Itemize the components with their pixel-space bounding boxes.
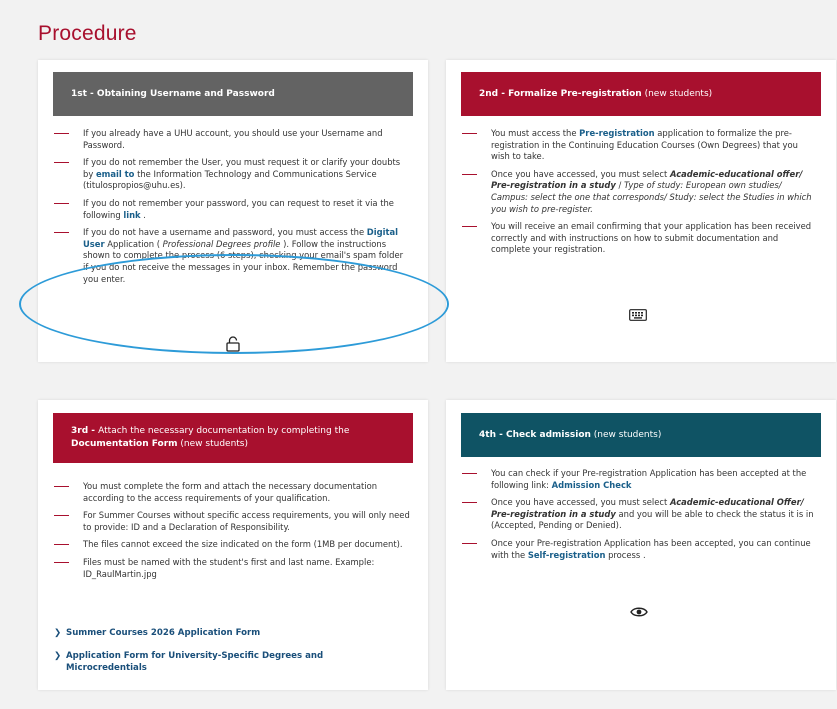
- dash-bullet: [54, 232, 69, 234]
- reset-password-link[interactable]: link: [123, 210, 140, 220]
- list-item: Once your Pre-registration Application h…: [446, 538, 836, 561]
- pre-registration-link[interactable]: Pre-registration: [579, 128, 654, 138]
- card-header: 2nd - Formalize Pre-registration (new st…: [461, 72, 821, 116]
- card-header-title: 4th - Check admission: [479, 429, 591, 440]
- list-item: You must access the Pre-registration app…: [446, 128, 836, 163]
- chevron-right-icon: ❯: [54, 651, 62, 661]
- list-item: You must complete the form and attach th…: [38, 481, 428, 504]
- university-degrees-form-link[interactable]: ❯ Application Form for University-Specifi…: [54, 651, 356, 674]
- step-list: You must complete the form and attach th…: [38, 481, 428, 586]
- dash-bullet: [462, 542, 477, 544]
- card-header: 4th - Check admission (new students): [461, 413, 821, 457]
- dash-bullet: [462, 502, 477, 504]
- dash-bullet: [462, 473, 477, 474]
- dash-bullet: [54, 486, 69, 487]
- list-item: You can check if your Pre-registration A…: [446, 468, 836, 491]
- list-item: Once you have accessed, you must select …: [446, 497, 836, 532]
- email-link[interactable]: email to: [96, 169, 134, 179]
- card-header: 1st - Obtaining Username and Password: [53, 72, 413, 116]
- card-header: 3rd - Attach the necessary documentation…: [53, 413, 413, 463]
- dash-bullet: [54, 515, 69, 517]
- list-item: If you do not remember your password, yo…: [38, 198, 428, 221]
- keyboard-icon: [629, 306, 647, 325]
- list-item: The files cannot exceed the size indicat…: [38, 539, 428, 551]
- card-header-title: 1st - Obtaining Username and Password: [71, 88, 275, 99]
- list-item: If you do not remember the User, you mus…: [38, 157, 428, 192]
- list-item: If you already have a UHU account, you s…: [38, 128, 428, 151]
- card-header-title: 2nd - Formalize Pre-registration: [479, 88, 642, 99]
- dash-bullet: [462, 226, 477, 228]
- card-pre-registration: 2nd - Formalize Pre-registration (new st…: [446, 60, 836, 362]
- summer-courses-form-link[interactable]: ❯ Summer Courses 2026 Application Form: [54, 628, 260, 640]
- card-header-title: 3rd -: [71, 426, 99, 436]
- dash-bullet: [462, 133, 477, 134]
- step-list: You can check if your Pre-registration A…: [446, 468, 836, 567]
- dash-bullet: [54, 133, 69, 134]
- step-list: You must access the Pre-registration app…: [446, 128, 836, 262]
- dash-bullet: [54, 561, 69, 563]
- list-item: If you do not have a username and passwo…: [38, 227, 428, 285]
- dash-bullet: [54, 162, 69, 164]
- list-item: Files must be named with the student's f…: [38, 557, 428, 580]
- dash-bullet: [462, 173, 477, 175]
- admission-check-link[interactable]: Admission Check: [552, 480, 632, 490]
- card-obtaining-credentials: 1st - Obtaining Username and Password If…: [38, 60, 428, 362]
- list-item: Once you have accessed, you must select …: [446, 169, 836, 215]
- self-registration-link[interactable]: Self-registration: [528, 550, 606, 560]
- chevron-right-icon: ❯: [54, 628, 62, 638]
- dash-bullet: [54, 202, 69, 204]
- page-title: Procedure: [38, 22, 137, 45]
- eye-icon: [630, 603, 648, 622]
- card-check-admission: 4th - Check admission (new students) You…: [446, 400, 836, 690]
- dash-bullet: [54, 544, 69, 546]
- card-documentation: 3rd - Attach the necessary documentation…: [38, 400, 428, 690]
- step-list: If you already have a UHU account, you s…: [38, 128, 428, 291]
- unlock-icon: [226, 336, 240, 356]
- list-item: For Summer Courses without specific acce…: [38, 510, 428, 533]
- list-item: You will receive an email confirming tha…: [446, 221, 836, 256]
